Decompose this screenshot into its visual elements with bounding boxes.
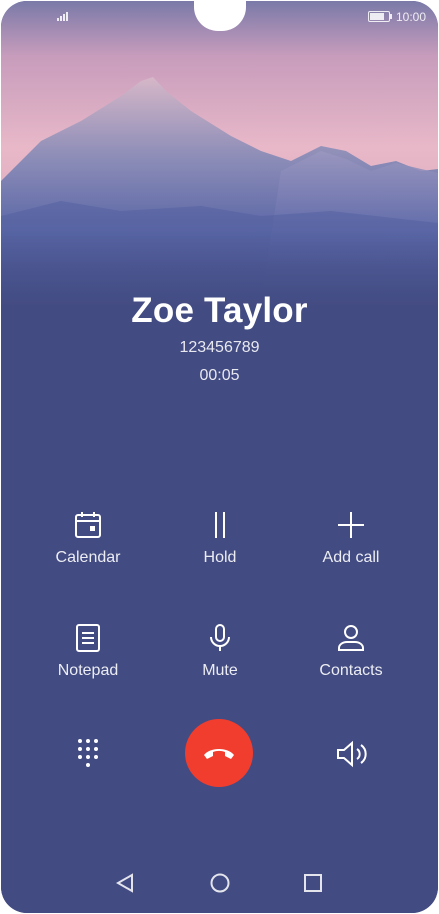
contacts-label: Contacts <box>319 662 383 679</box>
keypad-icon[interactable] <box>76 737 100 771</box>
status-time: 10:00 <box>395 10 426 24</box>
calendar-button[interactable]: Calendar <box>28 509 148 567</box>
speaker-icon[interactable] <box>335 740 369 768</box>
notepad-icon <box>76 624 100 652</box>
calendar-icon <box>75 512 101 538</box>
mute-label: Mute <box>202 662 238 679</box>
calendar-label: Calendar <box>55 549 121 566</box>
end-call-icon <box>204 749 234 759</box>
battery-indicator <box>368 11 392 22</box>
plus-icon <box>338 512 364 538</box>
battery-icon <box>368 11 392 22</box>
caller-name: Zoe Taylor <box>131 291 308 330</box>
hold-button[interactable]: Hold <box>160 509 280 567</box>
contacts-button[interactable]: Contacts <box>291 622 411 680</box>
mute-button[interactable]: Mute <box>160 622 280 680</box>
caller-number: 123456789 <box>179 339 260 356</box>
recents-square-icon[interactable] <box>303 873 323 893</box>
person-icon <box>338 625 364 651</box>
add-call-button[interactable]: Add call <box>291 509 411 567</box>
signal-icon <box>57 12 68 21</box>
notepad-button[interactable]: Notepad <box>28 622 148 680</box>
end-call-button[interactable] <box>185 719 253 787</box>
call-duration: 00:05 <box>199 367 240 384</box>
hold-label: Hold <box>203 549 237 566</box>
notepad-label: Notepad <box>57 662 119 679</box>
add-call-label: Add call <box>322 549 380 566</box>
back-triangle-icon[interactable] <box>115 873 135 893</box>
phone-screen: 10:00 Zoe Taylor 123456789 00:05 Calenda… <box>1 1 438 913</box>
pause-icon <box>215 512 225 538</box>
microphone-icon <box>210 624 230 651</box>
home-circle-icon[interactable] <box>209 873 231 895</box>
